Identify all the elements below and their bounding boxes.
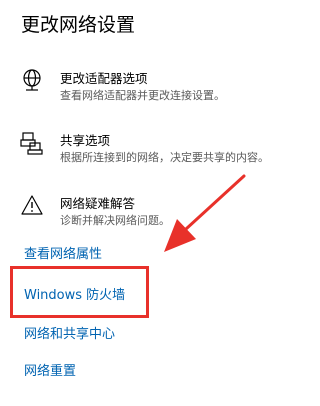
- annotation-arrow-icon: [164, 174, 246, 252]
